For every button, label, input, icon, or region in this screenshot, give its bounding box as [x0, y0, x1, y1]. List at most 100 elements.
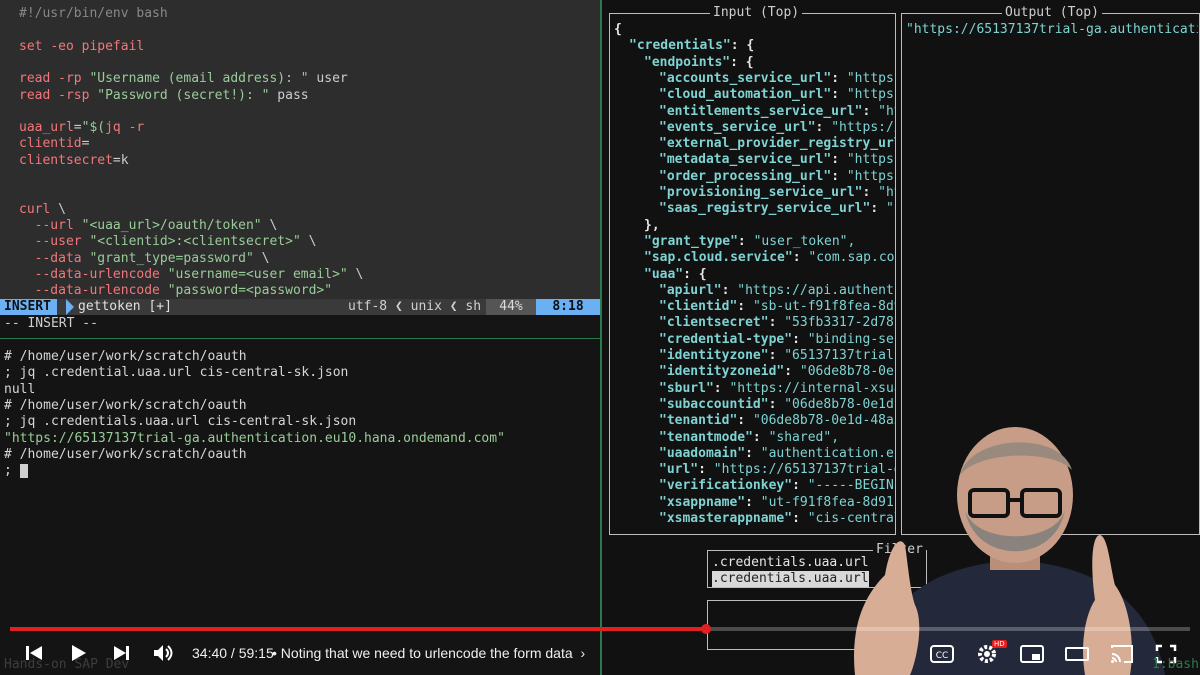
json-row[interactable]: "entitlements_service_url": "ht	[659, 104, 895, 120]
json-row[interactable]: "sap.cloud.service": "com.sap.cor	[644, 250, 895, 266]
json-key: "credentials"	[629, 38, 731, 54]
json-key: "apiurl"	[659, 282, 722, 298]
json-key: "tenantid"	[659, 413, 738, 429]
pane-divider-horizontal	[0, 338, 600, 339]
json-row[interactable]: "cloud_automation_url": "https:	[659, 87, 895, 103]
json-punct: :	[737, 233, 754, 249]
terminal-line[interactable]: ;	[4, 463, 28, 479]
vim-line[interactable]: --data-urlencode "username=<user email>"…	[19, 266, 364, 283]
json-value: "user_token",	[753, 233, 856, 249]
vim-token: "Password (secret!): "	[97, 87, 270, 103]
json-row[interactable]: "subaccountid": "06de8b78-0e1d-	[659, 397, 895, 413]
json-row[interactable]: "metadata_service_url": "https:	[659, 152, 895, 168]
json-row[interactable]: "accounts_service_url": "https:	[659, 71, 895, 87]
json-row[interactable]: "identityzoneid": "06de8b78-0e1	[659, 364, 895, 380]
vim-line[interactable]: --url "<uaa_url>/oauth/token" \	[19, 218, 278, 234]
json-row[interactable]: "saas_registry_service_url": "h	[659, 201, 895, 217]
json-row[interactable]: "grant_type": "user_token",	[644, 234, 855, 250]
json-punct: :	[831, 168, 847, 184]
json-punct: },	[644, 217, 660, 233]
json-row[interactable]: "endpoints": {	[644, 55, 754, 71]
vim-line[interactable]: read -rsp "Password (secret!): " pass	[19, 88, 309, 104]
mode-separator-icon	[66, 299, 74, 315]
cast-icon[interactable]	[1110, 644, 1134, 664]
json-value: "sb-ut-f91f8fea-8d9	[752, 299, 895, 315]
vim-editor-pane[interactable]: #!/usr/bin/env bash set -eo pipefail read …	[0, 0, 600, 300]
vim-line[interactable]: clientsecret=k	[19, 153, 129, 169]
video-progress-bar[interactable]	[10, 624, 1190, 634]
json-key: "sap.cloud.service"	[644, 250, 793, 266]
channel-watermark: Hands-on SAP Dev	[4, 657, 130, 672]
vim-token: "grant_type=password"	[89, 250, 254, 266]
theater-mode-icon[interactable]	[1065, 645, 1089, 663]
terminal-line[interactable]: # /home/user/work/scratch/oauth	[4, 447, 247, 463]
json-row[interactable]: "order_processing_url": "https:	[659, 169, 895, 185]
json-value: "06de8b78-0e1d-	[784, 396, 895, 412]
json-row[interactable]: "credentials": {	[629, 38, 754, 54]
vim-cursor-position: 8:18	[536, 299, 600, 315]
vim-line[interactable]: read -rp "Username (email address): " us…	[19, 71, 348, 87]
vim-token: =k	[112, 152, 129, 168]
vim-line[interactable]: --data-urlencode "password=<password>"	[19, 283, 332, 299]
json-punct: :	[792, 478, 808, 494]
vim-line[interactable]: clientid=	[19, 136, 89, 152]
json-row[interactable]: "external_provider_registry_url	[659, 136, 895, 152]
progress-scrubber-handle[interactable]	[701, 624, 711, 634]
vim-token: -rsp	[58, 87, 98, 103]
vim-encoding: utf-8 ❮ unix ❮ sh	[348, 299, 482, 314]
json-row[interactable]: "sburl": "https://internal-xsua	[659, 381, 895, 397]
captions-icon[interactable]: CC	[930, 645, 954, 663]
vim-line[interactable]: --user "<clientid>:<clientsecret>" \	[19, 234, 317, 250]
vim-token: -eo pipefail	[50, 38, 145, 54]
vim-token: "$(	[81, 120, 106, 136]
vim-token: --data	[19, 250, 90, 266]
json-row[interactable]: "clientid": "sb-ut-f91f8fea-8d9	[659, 299, 895, 315]
output-panel-title: Output (Top)	[1002, 5, 1102, 21]
json-row[interactable]: "identityzone": "65137137trial-	[659, 348, 895, 364]
json-value: "ht	[878, 185, 895, 200]
terminal-cursor	[19, 463, 28, 478]
json-key: "xsappname"	[659, 494, 746, 510]
vim-line[interactable]: curl \	[19, 202, 66, 218]
json-row[interactable]: },	[644, 218, 660, 234]
terminal-line[interactable]: # /home/user/work/scratch/oauth	[4, 398, 247, 414]
json-row[interactable]: "apiurl": "https://api.authenti	[659, 283, 895, 299]
input-panel-title: Input (Top)	[710, 5, 803, 21]
miniplayer-icon[interactable]	[1020, 645, 1044, 663]
terminal-line[interactable]: null	[4, 382, 35, 398]
json-punct: :	[862, 185, 879, 200]
json-row[interactable]: "provisioning_service_url": "ht	[659, 185, 895, 201]
vim-token: clientsecret	[19, 152, 113, 168]
vim-line[interactable]: #!/usr/bin/env bash	[19, 6, 168, 22]
json-value: "ht	[878, 103, 895, 119]
json-row[interactable]: "clientsecret": "53fb3317-2d78-	[659, 315, 895, 331]
vim-token: \	[300, 234, 317, 250]
json-value: "https:	[846, 70, 895, 86]
terminal-line[interactable]: # /home/user/work/scratch/oauth	[4, 349, 247, 365]
json-row[interactable]: "events_service_url": "https://	[659, 120, 895, 136]
json-punct: :	[752, 429, 769, 445]
vim-filename: gettoken [+]	[78, 299, 172, 314]
vim-token: --data-urlencode	[19, 266, 168, 282]
vim-token: clientid	[19, 136, 82, 152]
json-key: "endpoints"	[644, 54, 731, 70]
json-row[interactable]: {	[614, 22, 622, 38]
vim-cmdline: -- INSERT --	[4, 316, 98, 331]
terminal-line[interactable]: ; jq .credentials.uaa.url cis-central-sk…	[4, 414, 356, 430]
json-key: "tenantmode"	[659, 429, 753, 445]
terminal-line-text: # /home/user/work/scratch/oauth	[4, 349, 247, 364]
vim-token: pass	[269, 87, 309, 103]
chapter-title[interactable]: • Noting that we need to urlencode the f…	[272, 645, 585, 661]
terminal-line[interactable]: ; jq .credential.uaa.url cis-central-sk.…	[4, 365, 348, 381]
vim-line[interactable]: --data "grant_type=password" \	[19, 250, 270, 267]
json-value: "binding-sec	[807, 331, 895, 347]
json-row[interactable]: "tenantmode": "shared",	[659, 430, 839, 446]
vim-token: =	[81, 136, 90, 152]
vim-line[interactable]: set -eo pipefail	[19, 39, 144, 55]
json-row[interactable]: "uaa": {	[644, 267, 707, 283]
json-row[interactable]: "credential-type": "binding-sec	[659, 332, 895, 348]
terminal-pane[interactable]: # /home/user/work/scratch/oauth; jq .cre…	[0, 340, 600, 675]
volume-icon[interactable]	[152, 643, 176, 663]
terminal-line[interactable]: "https://65137137trial-ga.authentication…	[4, 431, 505, 447]
vim-line[interactable]: uaa_url="$(jq -r	[19, 120, 144, 136]
